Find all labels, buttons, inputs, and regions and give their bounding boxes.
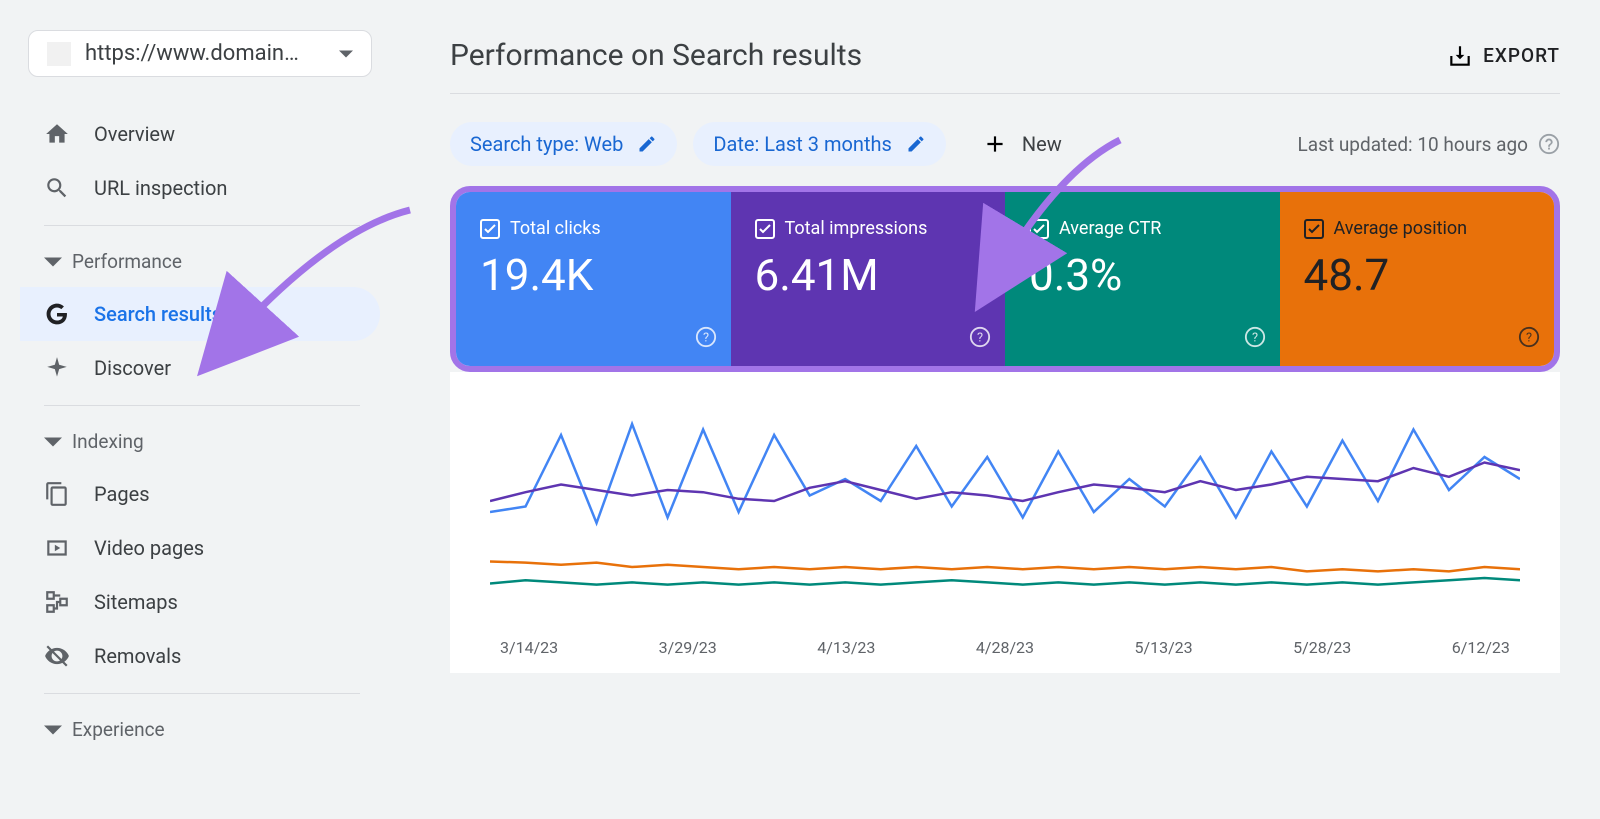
discover-icon <box>44 355 70 381</box>
x-tick: 3/14/23 <box>500 638 558 657</box>
sitemaps-icon <box>44 589 70 615</box>
search-icon <box>44 175 70 201</box>
export-button[interactable]: EXPORT <box>1447 43 1560 69</box>
help-icon[interactable] <box>1538 133 1560 155</box>
chip-label: Search type: Web <box>470 132 623 156</box>
site-favicon <box>47 42 71 66</box>
nav-label: Pages <box>94 482 150 506</box>
nav-label: Video pages <box>94 536 204 560</box>
metric-label: Total clicks <box>510 218 601 239</box>
metric-impressions[interactable]: Total impressions 6.41M ? <box>731 192 1006 366</box>
x-tick: 4/28/23 <box>976 638 1034 657</box>
svg-text:?: ? <box>1251 331 1257 346</box>
google-icon <box>44 301 70 327</box>
home-icon <box>44 121 70 147</box>
chart-x-axis: 3/14/23 3/29/23 4/13/23 4/28/23 5/13/23 … <box>500 638 1510 657</box>
section-label: Indexing <box>72 430 144 453</box>
metric-help[interactable]: ? <box>695 326 717 352</box>
svg-text:?: ? <box>1526 331 1532 346</box>
x-tick: 3/29/23 <box>659 638 717 657</box>
checkbox-checked-icon <box>1304 219 1324 239</box>
help-icon: ? <box>1518 326 1540 348</box>
checkbox-checked-icon <box>480 219 500 239</box>
help-icon: ? <box>695 326 717 348</box>
export-label: EXPORT <box>1483 44 1560 67</box>
add-filter-button[interactable]: New <box>982 131 1062 157</box>
chevron-down-icon <box>44 433 62 451</box>
property-selector[interactable]: https://www.domain… <box>28 30 372 77</box>
updated-text: Last updated: 10 hours ago <box>1298 133 1528 156</box>
metric-ctr[interactable]: Average CTR 0.3% ? <box>1005 192 1280 366</box>
x-tick: 5/13/23 <box>1135 638 1193 657</box>
dropdown-icon <box>339 47 353 61</box>
metric-label: Total impressions <box>785 218 928 239</box>
section-indexing[interactable]: Indexing <box>20 416 400 467</box>
nav-label: Search results <box>94 302 222 326</box>
nav-url-inspection[interactable]: URL inspection <box>20 161 380 215</box>
chip-label: Date: Last 3 months <box>713 132 892 156</box>
section-experience[interactable]: Experience <box>20 704 400 755</box>
add-label: New <box>1022 132 1062 156</box>
removals-icon <box>44 643 70 669</box>
chevron-down-icon <box>44 721 62 739</box>
nav-label: URL inspection <box>94 176 227 200</box>
nav-pages[interactable]: Pages <box>20 467 380 521</box>
metric-label: Average CTR <box>1059 218 1161 239</box>
page-title: Performance on Search results <box>450 38 862 73</box>
svg-text:?: ? <box>702 331 708 346</box>
pages-icon <box>44 481 70 507</box>
x-tick: 5/28/23 <box>1293 638 1351 657</box>
metric-value: 19.4K <box>480 249 707 301</box>
nav-removals[interactable]: Removals <box>20 629 380 683</box>
nav-label: Sitemaps <box>94 590 178 614</box>
help-icon: ? <box>1244 326 1266 348</box>
section-performance[interactable]: Performance <box>20 236 400 287</box>
metric-help[interactable]: ? <box>969 326 991 352</box>
filter-search-type[interactable]: Search type: Web <box>450 122 677 166</box>
property-url: https://www.domain… <box>85 41 339 66</box>
performance-chart-card: 3/14/23 3/29/23 4/13/23 4/28/23 5/13/23 … <box>450 372 1560 673</box>
nav-sitemaps[interactable]: Sitemaps <box>20 575 380 629</box>
nav-overview[interactable]: Overview <box>20 107 380 161</box>
performance-chart[interactable] <box>490 402 1520 622</box>
nav-label: Discover <box>94 356 171 380</box>
download-icon <box>1447 43 1473 69</box>
metric-help[interactable]: ? <box>1518 326 1540 352</box>
x-tick: 6/12/23 <box>1452 638 1510 657</box>
chevron-down-icon <box>44 253 62 271</box>
nav-label: Removals <box>94 644 181 668</box>
metric-label: Average position <box>1334 218 1468 239</box>
metric-value: 0.3% <box>1029 249 1256 301</box>
nav-label: Overview <box>94 122 175 146</box>
x-tick: 4/13/23 <box>817 638 875 657</box>
plus-icon <box>982 131 1008 157</box>
metric-position[interactable]: Average position 48.7 ? <box>1280 192 1555 366</box>
nav-discover[interactable]: Discover <box>20 341 380 395</box>
metric-value: 48.7 <box>1304 249 1531 301</box>
checkbox-checked-icon <box>755 219 775 239</box>
checkbox-checked-icon <box>1029 219 1049 239</box>
nav-video-pages[interactable]: Video pages <box>20 521 380 575</box>
last-updated: Last updated: 10 hours ago <box>1298 133 1560 156</box>
edit-icon <box>637 134 657 154</box>
filter-date[interactable]: Date: Last 3 months <box>693 122 946 166</box>
video-icon <box>44 535 70 561</box>
edit-icon <box>906 134 926 154</box>
svg-text:?: ? <box>977 331 983 346</box>
help-icon: ? <box>969 326 991 348</box>
metric-help[interactable]: ? <box>1244 326 1266 352</box>
nav-search-results[interactable]: Search results <box>20 287 380 341</box>
section-label: Performance <box>72 250 182 273</box>
metric-clicks[interactable]: Total clicks 19.4K ? <box>456 192 731 366</box>
section-label: Experience <box>72 718 165 741</box>
metrics-highlight-box: Total clicks 19.4K ? Total impressions 6… <box>450 186 1560 372</box>
metric-value: 6.41M <box>755 249 982 301</box>
